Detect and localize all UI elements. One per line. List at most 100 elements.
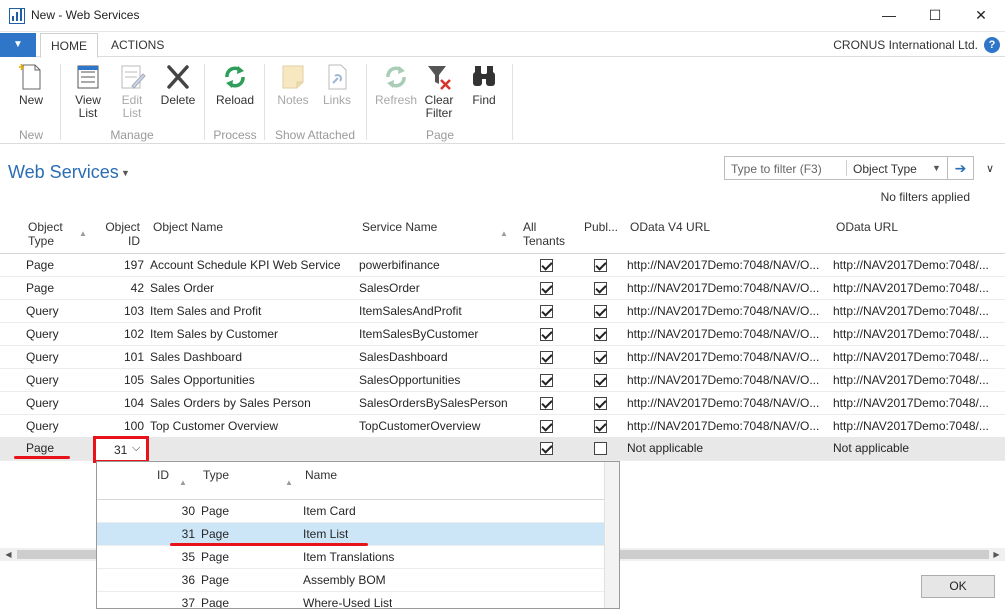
clear-filter-button[interactable]: Clear Filter: [422, 62, 456, 120]
column-header-object-id[interactable]: Object ID: [104, 220, 140, 248]
all-tenants-checkbox[interactable]: [540, 420, 553, 433]
lookup-row[interactable]: 35 Page Item Translations: [97, 546, 604, 569]
page-title[interactable]: Web Services: [8, 162, 119, 183]
all-tenants-checkbox[interactable]: [540, 351, 553, 364]
published-checkbox[interactable]: [594, 328, 607, 341]
reload-button[interactable]: Reload: [214, 62, 256, 107]
cell-odata-v4-url[interactable]: http://NAV2017Demo:7048/NAV/O...: [627, 327, 827, 341]
table-row[interactable]: Query 101 Sales Dashboard SalesDashboard htt…: [0, 346, 1005, 369]
cell-odata-v4-url[interactable]: http://NAV2017Demo:7048/NAV/O...: [627, 419, 827, 433]
column-header-published[interactable]: Publ...: [584, 220, 618, 234]
cell-service-name[interactable]: SalesOpportunities: [359, 373, 519, 387]
column-header-object-type[interactable]: Object Type: [28, 220, 63, 248]
new-row[interactable]: Page Not applicable Not applicable: [0, 437, 1005, 461]
view-list-button[interactable]: View List: [70, 62, 106, 120]
published-checkbox[interactable]: [594, 420, 607, 433]
all-tenants-checkbox[interactable]: [540, 305, 553, 318]
delete-button[interactable]: Delete: [158, 62, 198, 107]
table-row[interactable]: Page 197 Account Schedule KPI Web Service p…: [0, 254, 1005, 277]
all-tenants-checkbox[interactable]: [540, 328, 553, 341]
cell-odata-url[interactable]: http://NAV2017Demo:7048/...: [833, 327, 1005, 341]
tab-home[interactable]: HOME: [40, 33, 98, 58]
cell-odata-url[interactable]: http://NAV2017Demo:7048/...: [833, 350, 1005, 364]
cell-service-name[interactable]: TopCustomerOverview: [359, 419, 519, 433]
scroll-left-arrow-icon[interactable]: ◀: [2, 548, 15, 561]
table-row[interactable]: Query 105 Sales Opportunities SalesOpportun…: [0, 369, 1005, 392]
cell-odata-url[interactable]: http://NAV2017Demo:7048/...: [833, 281, 1005, 295]
column-header-odata-v4-url[interactable]: OData V4 URL: [630, 220, 710, 234]
new-button[interactable]: New: [14, 62, 48, 107]
all-tenants-checkbox[interactable]: [540, 282, 553, 295]
lookup-row[interactable]: 37 Page Where-Used List: [97, 592, 604, 608]
new-row-all-tenants-checkbox[interactable]: [540, 442, 553, 455]
lookup-column-type[interactable]: Type: [203, 468, 229, 482]
table-row[interactable]: Query 100 Top Customer Overview TopCustomer…: [0, 415, 1005, 438]
collapse-filter-pane-icon[interactable]: ∨: [986, 162, 994, 175]
help-icon[interactable]: ?: [984, 37, 1000, 53]
cell-service-name[interactable]: SalesOrder: [359, 281, 519, 295]
lookup-vertical-scrollbar[interactable]: [604, 462, 619, 608]
cell-odata-v4-url[interactable]: http://NAV2017Demo:7048/NAV/O...: [627, 258, 827, 272]
minimize-button[interactable]: —: [866, 0, 912, 31]
cell-object-type: Query: [26, 327, 59, 341]
all-tenants-checkbox[interactable]: [540, 374, 553, 387]
cell-service-name[interactable]: SalesOrdersBySalesPerson: [359, 396, 519, 410]
cell-odata-v4-url[interactable]: http://NAV2017Demo:7048/NAV/O...: [627, 373, 827, 387]
ok-button[interactable]: OK: [921, 575, 995, 598]
cell-service-name[interactable]: ItemSalesAndProfit: [359, 304, 519, 318]
published-checkbox[interactable]: [594, 397, 607, 410]
cell-odata-v4-url[interactable]: http://NAV2017Demo:7048/NAV/O...: [627, 350, 827, 364]
table-row[interactable]: Page 42 Sales Order SalesOrder http://NAV201…: [0, 277, 1005, 300]
chevron-down-icon[interactable]: ▼: [932, 163, 941, 173]
column-header-all-tenants[interactable]: All Tenants: [523, 220, 565, 248]
table-row[interactable]: Query 102 Item Sales by Customer ItemSalesB…: [0, 323, 1005, 346]
find-button[interactable]: Find: [466, 62, 502, 107]
column-header-service-name[interactable]: Service Name: [362, 220, 437, 234]
all-tenants-checkbox[interactable]: [540, 259, 553, 272]
lookup-row[interactable]: 30 Page Item Card: [97, 500, 604, 523]
object-id-input[interactable]: 31 ⌵: [93, 436, 149, 463]
filter-field-select[interactable]: Object Type: [853, 162, 917, 176]
new-row-published-checkbox[interactable]: [594, 442, 607, 455]
published-checkbox[interactable]: [594, 305, 607, 318]
column-header-odata-url[interactable]: OData URL: [836, 220, 898, 234]
cell-odata-url[interactable]: http://NAV2017Demo:7048/...: [833, 304, 1005, 318]
published-checkbox[interactable]: [594, 374, 607, 387]
column-header-object-name[interactable]: Object Name: [153, 220, 223, 234]
tab-actions[interactable]: ACTIONS: [101, 33, 174, 58]
new-row-object-type[interactable]: Page: [26, 441, 54, 455]
cell-odata-url[interactable]: http://NAV2017Demo:7048/...: [833, 419, 1005, 433]
cell-odata-url[interactable]: http://NAV2017Demo:7048/...: [833, 258, 1005, 272]
apply-filter-arrow-icon[interactable]: ➔: [947, 157, 973, 179]
company-name[interactable]: CRONUS International Ltd.: [833, 38, 978, 52]
filter-input[interactable]: Type to filter (F3): [731, 162, 822, 176]
chevron-down-icon[interactable]: ⌵: [132, 442, 140, 455]
edit-list-button[interactable]: Edit List: [114, 62, 150, 120]
refresh-button[interactable]: Refresh: [374, 62, 418, 107]
cell-service-name[interactable]: ItemSalesByCustomer: [359, 327, 519, 341]
cell-odata-v4-url[interactable]: http://NAV2017Demo:7048/NAV/O...: [627, 396, 827, 410]
notes-button[interactable]: Notes: [274, 62, 312, 107]
delete-icon: [164, 62, 192, 92]
table-row[interactable]: Query 103 Item Sales and Profit ItemSalesAn…: [0, 300, 1005, 323]
close-button[interactable]: ✕: [958, 0, 1004, 31]
published-checkbox[interactable]: [594, 259, 607, 272]
maximize-button[interactable]: ☐: [912, 0, 958, 31]
cell-odata-v4-url[interactable]: http://NAV2017Demo:7048/NAV/O...: [627, 304, 827, 318]
links-button[interactable]: Links: [318, 62, 356, 107]
table-row[interactable]: Query 104 Sales Orders by Sales Person Sale…: [0, 392, 1005, 415]
cell-service-name[interactable]: powerbifinance: [359, 258, 519, 272]
lookup-row[interactable]: 36 Page Assembly BOM: [97, 569, 604, 592]
published-checkbox[interactable]: [594, 351, 607, 364]
all-tenants-checkbox[interactable]: [540, 397, 553, 410]
cell-odata-url[interactable]: http://NAV2017Demo:7048/...: [833, 373, 1005, 387]
lookup-column-name[interactable]: Name: [305, 468, 337, 482]
page-title-menu-icon[interactable]: ▼: [121, 168, 130, 178]
application-menu-button[interactable]: ▼: [0, 33, 36, 57]
cell-odata-v4-url[interactable]: http://NAV2017Demo:7048/NAV/O...: [627, 281, 827, 295]
cell-service-name[interactable]: SalesDashboard: [359, 350, 519, 364]
cell-odata-url[interactable]: http://NAV2017Demo:7048/...: [833, 396, 1005, 410]
published-checkbox[interactable]: [594, 282, 607, 295]
lookup-column-id[interactable]: ID: [157, 468, 169, 482]
scroll-right-arrow-icon[interactable]: ▶: [990, 548, 1003, 561]
